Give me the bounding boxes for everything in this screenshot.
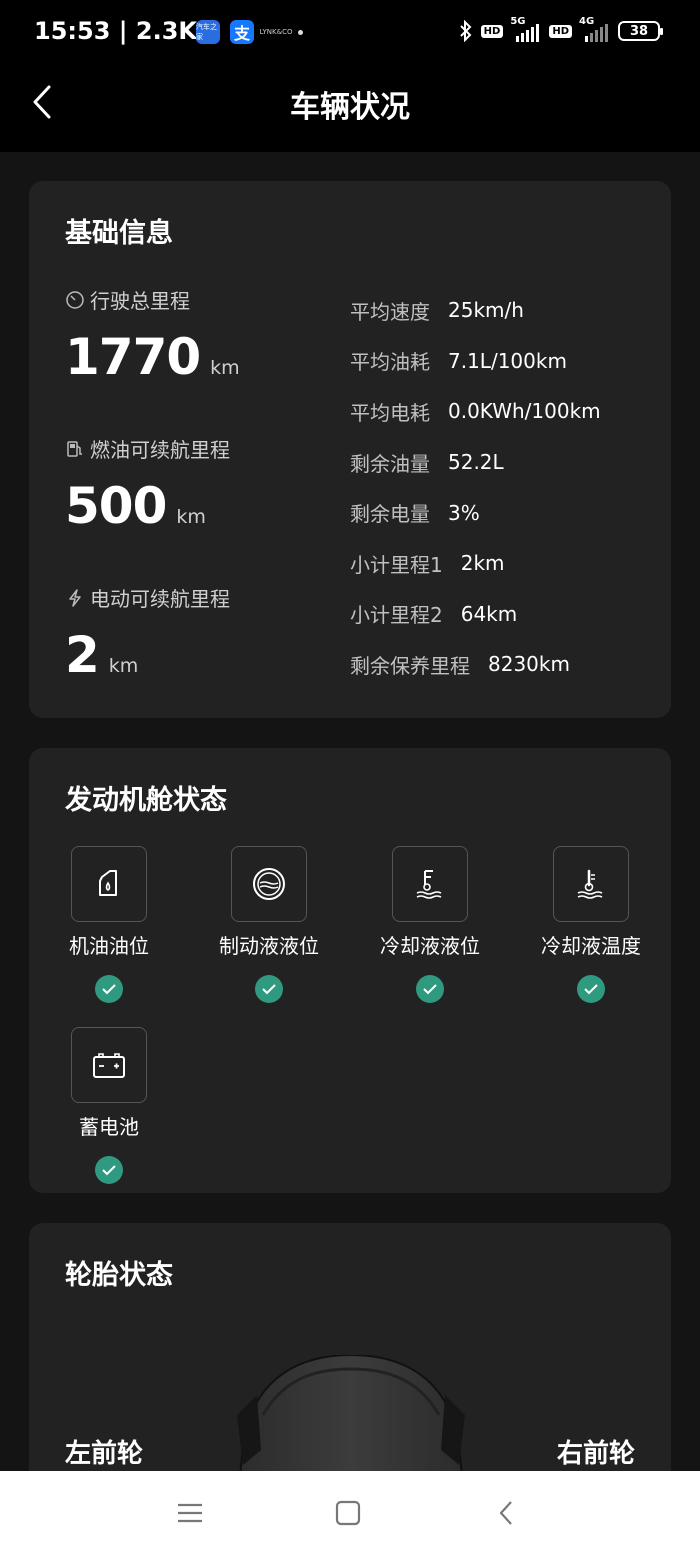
home-icon <box>335 1500 361 1526</box>
check-icon <box>95 975 123 1003</box>
fuel-range-value: 500 <box>65 477 167 535</box>
detail-key: 剩余油量 <box>350 451 430 476</box>
bluetooth-icon <box>459 20 472 42</box>
lightning-icon <box>69 588 81 607</box>
engine-status-title: 发动机舱状态 <box>65 785 227 816</box>
electric-range-value: 2 <box>65 626 100 684</box>
more-notifications-dot <box>298 29 303 35</box>
alipay-app-icon: 支 <box>230 20 254 44</box>
detail-value: 64km <box>460 601 518 626</box>
lynk-app-icon: LYNK&CO <box>259 28 293 36</box>
total-mileage-label: 行驶总里程 <box>90 289 190 313</box>
battery-indicator: 38 <box>618 21 663 41</box>
back-icon <box>499 1501 512 1525</box>
engine-item-coolant-temp[interactable]: 冷却液温度 <box>521 846 661 1003</box>
detail-value: 2km <box>460 551 505 576</box>
detail-row: 小计里程2 64km <box>350 589 601 640</box>
front-right-tire-label: 右前轮 <box>556 1439 635 1469</box>
page-title: 车辆状况 <box>290 90 410 125</box>
detail-row: 剩余电量 3% <box>350 487 601 538</box>
timer-icon <box>66 290 84 309</box>
detail-row: 小计里程1 2km <box>350 538 601 589</box>
detail-value: 52.2L <box>448 450 504 475</box>
engine-status-card: 发动机舱状态 机油油位 制动液液位 冷却液液位 冷却液温度 蓄电池 <box>29 748 671 1193</box>
app-root: 15:53 | 2.3K/s 汽车之家 支 LYNK&CO HD 5G HD 4… <box>0 0 700 1555</box>
engine-item-battery[interactable]: 蓄电池 <box>39 1027 179 1184</box>
oil-level-icon <box>71 846 147 922</box>
menu-button[interactable] <box>168 1491 212 1535</box>
check-icon <box>95 1156 123 1184</box>
total-mileage-unit: km <box>210 357 240 379</box>
engine-item-label: 制动液液位 <box>219 934 319 958</box>
system-nav-bar <box>0 1471 700 1555</box>
check-icon <box>416 975 444 1003</box>
brake-fluid-icon <box>231 846 307 922</box>
signal-4g-icon: 4G <box>579 16 611 42</box>
detail-value: 25km/h <box>448 298 524 323</box>
detail-key: 剩余电量 <box>350 502 430 527</box>
signal-5g-icon: 5G <box>510 16 542 42</box>
detail-row: 平均速度 25km/h <box>350 285 601 336</box>
engine-item-label: 冷却液温度 <box>541 934 641 958</box>
front-left-tire-label: 左前轮 <box>65 1439 144 1469</box>
detail-value: 8230km <box>488 652 570 677</box>
detail-row: 剩余油量 52.2L <box>350 437 601 488</box>
fuel-pump-icon <box>67 440 82 457</box>
total-mileage-value: 1770 <box>65 328 201 386</box>
detail-value: 3% <box>448 500 480 525</box>
fuel-range-label: 燃油可续航里程 <box>90 438 230 462</box>
hd-badge: HD <box>549 24 572 38</box>
detail-key: 剩余保养里程 <box>350 653 470 678</box>
check-icon <box>255 975 283 1003</box>
status-bar: 15:53 | 2.3K/s 汽车之家 支 LYNK&CO HD 5G HD 4… <box>0 0 700 68</box>
detail-key: 小计里程2 <box>350 603 443 628</box>
engine-item-brake-fluid[interactable]: 制动液液位 <box>199 846 339 1003</box>
check-icon <box>577 975 605 1003</box>
basic-info-title: 基础信息 <box>65 218 173 249</box>
engine-item-coolant-level[interactable]: 冷却液液位 <box>360 846 500 1003</box>
coolant-temp-icon <box>553 846 629 922</box>
detail-row: 剩余保养里程 8230km <box>350 639 601 690</box>
detail-value: 7.1L/100km <box>448 348 567 373</box>
menu-icon <box>178 1503 202 1523</box>
detail-key: 平均电耗 <box>350 400 430 425</box>
detail-row: 平均油耗 7.1L/100km <box>350 336 601 387</box>
hd-badge: HD <box>480 24 504 38</box>
detail-row: 平均电耗 0.0KWh/100km <box>350 386 601 437</box>
tire-status-title: 轮胎状态 <box>65 1260 173 1291</box>
battery-icon <box>71 1027 147 1103</box>
detail-value: 0.0KWh/100km <box>448 399 601 424</box>
fuel-range-unit: km <box>176 506 206 528</box>
detail-key: 平均速度 <box>350 299 430 324</box>
home-button[interactable] <box>326 1491 370 1535</box>
engine-item-label: 冷却液液位 <box>380 934 480 958</box>
electric-range-label: 电动可续航里程 <box>90 587 230 611</box>
autohome-app-icon: 汽车之家 <box>196 20 220 44</box>
engine-item-label: 机油油位 <box>69 934 149 958</box>
coolant-level-icon <box>392 846 468 922</box>
electric-range-stat: 电动可续航里程 2 km <box>65 583 230 684</box>
nav-back-button[interactable] <box>484 1491 528 1535</box>
notification-icons: 汽车之家 支 LYNK&CO <box>196 20 303 44</box>
fuel-range-stat: 燃油可续航里程 500 km <box>65 434 230 535</box>
engine-item-oil[interactable]: 机油油位 <box>39 846 179 1003</box>
electric-range-unit: km <box>108 655 139 677</box>
total-mileage-stat: 行驶总里程 1770 km <box>65 285 240 386</box>
status-right-icons: HD 5G HD 4G 38 <box>458 16 663 42</box>
basic-details-list: 平均速度 25km/h 平均油耗 7.1L/100km 平均电耗 0.0KWh/100… <box>350 285 601 690</box>
engine-item-label: 蓄电池 <box>79 1115 139 1139</box>
status-time: 15:53 | 2.3K/s <box>34 17 221 45</box>
app-header: 车辆状况 <box>0 68 700 152</box>
basic-info-card: 基础信息 行驶总里程 1770 km 燃油可续航里程 500 km 电动可续航里… <box>29 181 671 718</box>
detail-key: 平均油耗 <box>350 350 430 375</box>
detail-key: 小计里程1 <box>350 552 443 577</box>
